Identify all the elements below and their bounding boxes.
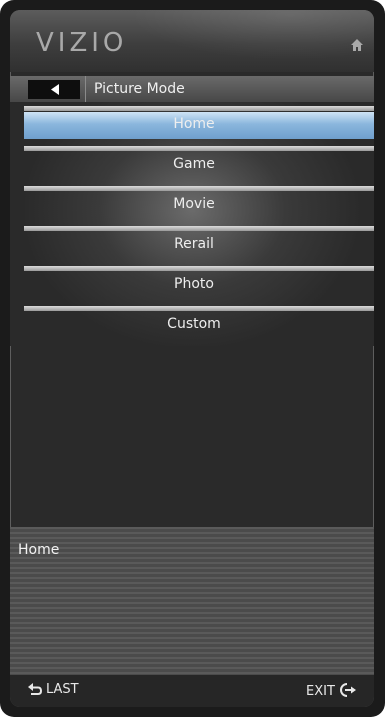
menu-item-label: Home [173,116,215,132]
description-text: Home [18,542,60,558]
menu-separator [24,226,374,231]
menu-item-custom[interactable]: Custom [24,306,374,342]
menu-separator [24,306,374,311]
menu-item-label: Game [173,156,215,172]
last-button[interactable]: LAST [28,682,79,702]
exit-label: EXIT [306,684,335,699]
menu-panel: VIZIO Picture Mode Home Game Movie Rerai… [10,10,374,707]
menu-item-label: Rerail [174,236,214,252]
page-title: Picture Mode [94,81,185,97]
menu-item-photo[interactable]: Photo [24,266,374,302]
header-swoosh [130,10,374,60]
header: VIZIO [10,10,374,72]
tv-frame: VIZIO Picture Mode Home Game Movie Rerai… [0,0,385,717]
menu-item-movie[interactable]: Movie [24,186,374,222]
menu-item-home[interactable]: Home [24,106,374,142]
menu-separator [24,266,374,271]
menu-item-label: Photo [174,276,214,292]
menu-separator [24,106,374,111]
back-button[interactable] [28,80,80,99]
menu-separator [24,186,374,191]
vizio-logo: VIZIO [36,28,128,58]
home-icon[interactable] [350,37,364,51]
menu-item-label: Custom [167,316,221,332]
title-divider [85,76,86,102]
exit-button[interactable]: EXIT [306,682,357,702]
back-arrow-icon [51,84,59,95]
menu-separator [24,146,374,151]
description-area [10,527,374,675]
exit-icon [339,683,356,697]
picture-mode-list: Home Game Movie Rerail Photo Custom [10,102,374,346]
last-label: LAST [46,682,79,697]
menu-item-rerail[interactable]: Rerail [24,226,374,262]
menu-item-game[interactable]: Game [24,146,374,182]
menu-item-label: Movie [173,196,215,212]
return-arrow-icon [28,683,42,695]
